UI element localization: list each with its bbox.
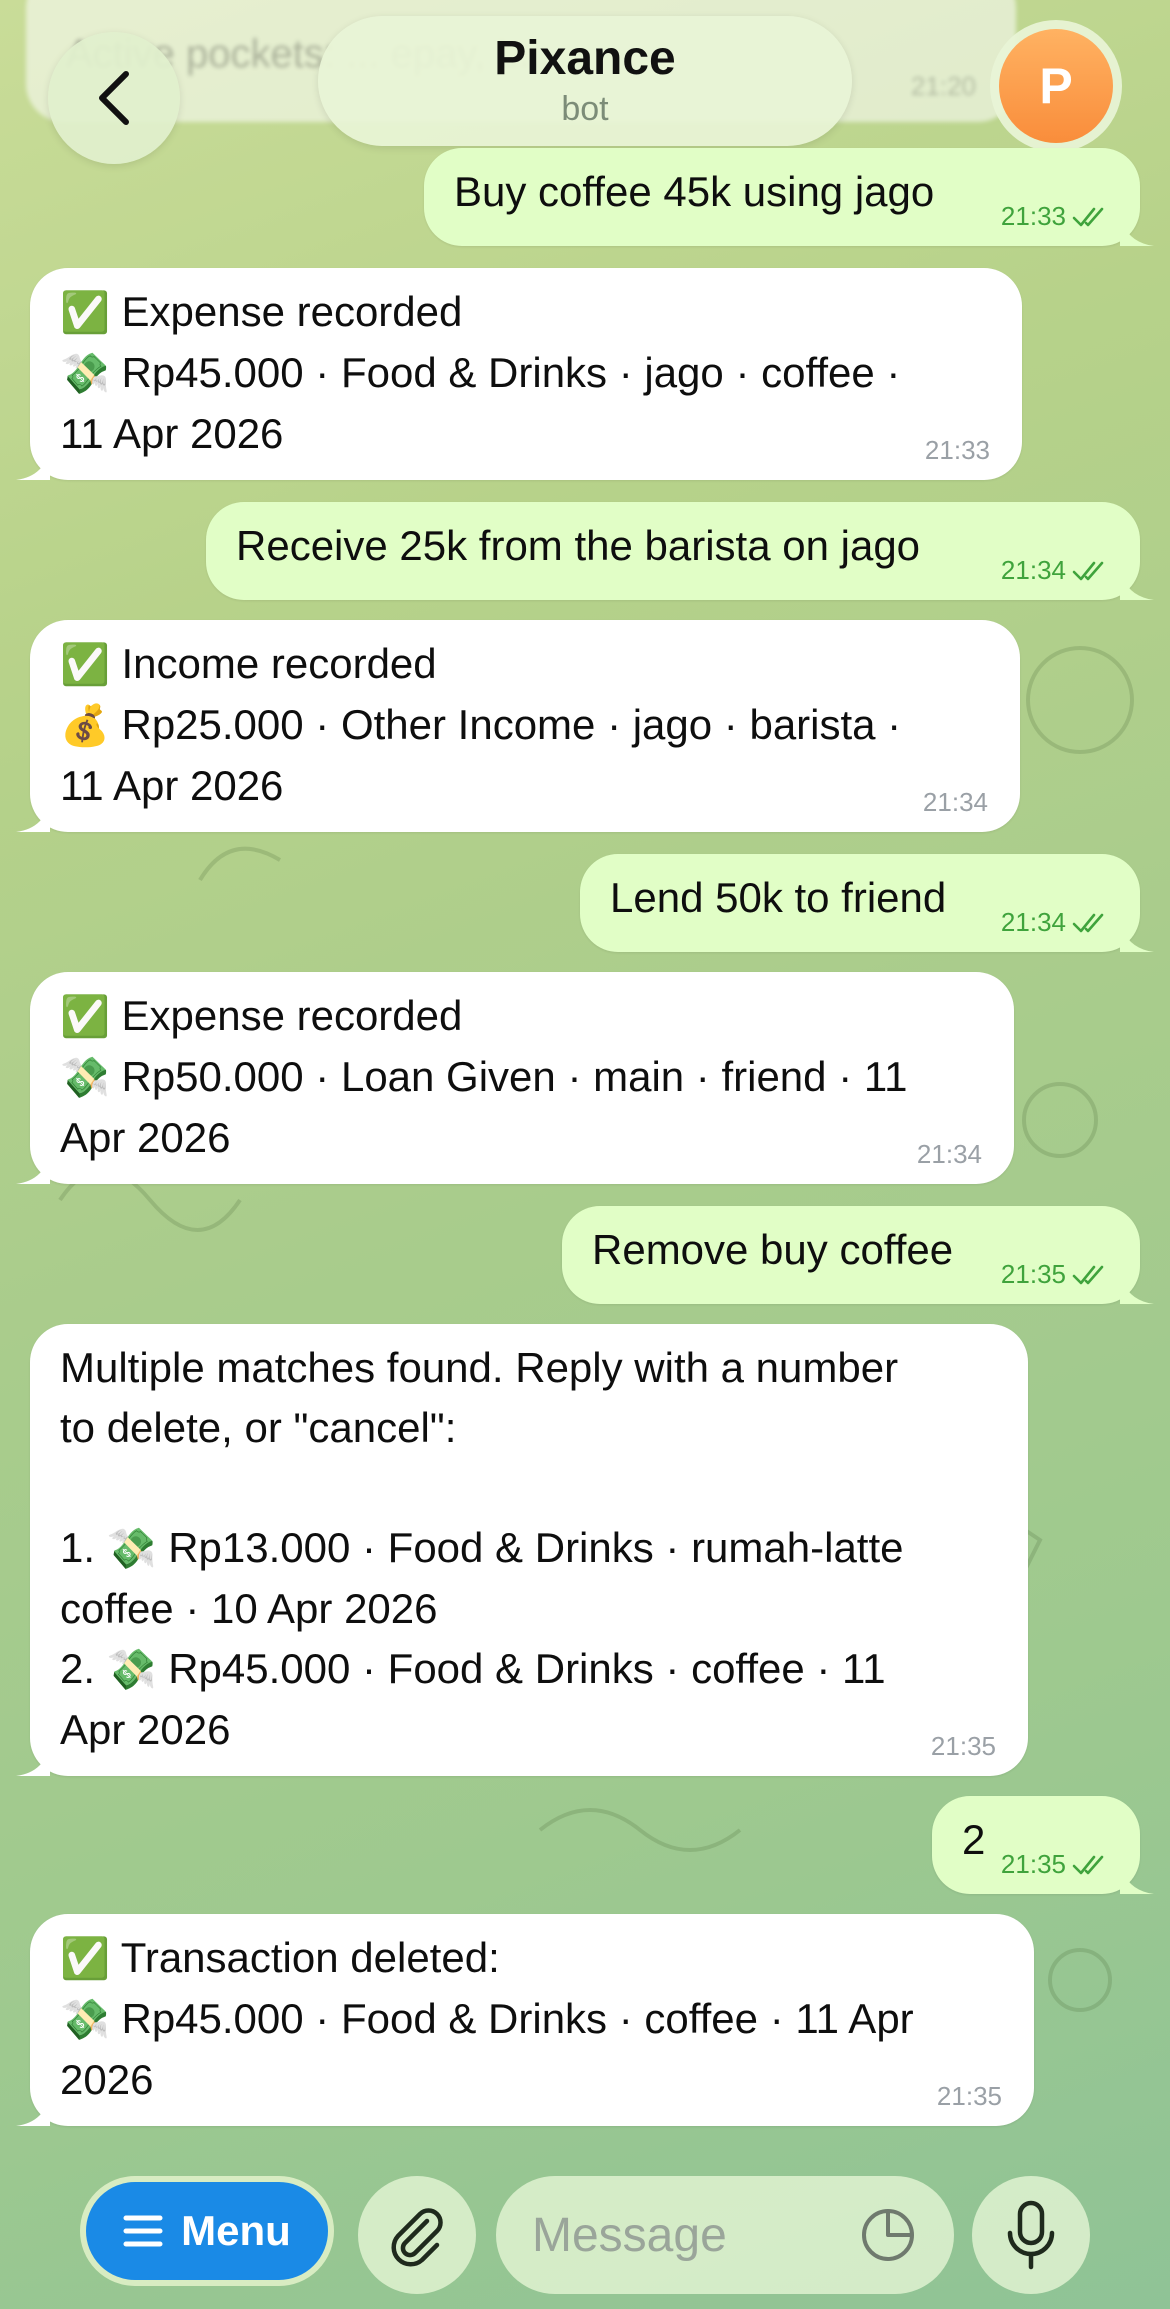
option-text: Rp13.000 · Food & Drinks · rumah-latte c… [60, 1524, 904, 1632]
message-text: ✅ Expense recorded 💸 Rp50.000 · Loan Giv… [60, 986, 984, 1168]
bubble-tail [1120, 1860, 1154, 1894]
hamburger-icon [123, 2215, 163, 2247]
bubble-tail [16, 798, 50, 832]
back-button[interactable] [48, 32, 180, 164]
money-emoji: 💸 [60, 1998, 110, 2042]
outgoing-message[interactable]: Remove buy coffee 21:35 [562, 1206, 1154, 1304]
outgoing-message[interactable]: Receive 25k from the barista on jago 21:… [206, 502, 1154, 600]
menu-label: Menu [181, 2207, 291, 2254]
message-line: Rp25.000 · Other Income · jago · barista… [60, 701, 902, 809]
message-text: ✅ Income recorded 💰 Rp25.000 · Other Inc… [60, 634, 990, 816]
double-check-icon [1072, 1265, 1104, 1284]
sticker-icon[interactable] [858, 2205, 918, 2265]
money-emoji: 💸 [60, 352, 110, 396]
message-intro: Multiple matches found. Reply with a num… [60, 1344, 899, 1451]
incoming-message[interactable]: ✅ Expense recorded 💸 Rp45.000 · Food & D… [16, 268, 1022, 480]
message-line: Expense recorded [121, 992, 463, 1039]
message-line: Rp45.000 · Food & Drinks · jago · coffee… [60, 349, 901, 457]
bubble-tail [1120, 918, 1154, 952]
double-check-icon [1072, 561, 1104, 580]
message-text: Multiple matches found. Reply with a num… [60, 1338, 998, 1760]
message-time: 21:35 [930, 1731, 996, 1761]
money-emoji: 💸 [106, 1648, 157, 1692]
message-time: 21:34 [1000, 555, 1066, 585]
bubble-tail [1120, 212, 1154, 246]
message-time: 21:35 [936, 2081, 1002, 2111]
message-time: 21:33 [1000, 201, 1066, 231]
chat-title[interactable]: Pixance bot [318, 16, 852, 146]
message-placeholder: Message [532, 2208, 727, 2262]
message-time: 21:35 [1000, 1849, 1066, 1879]
paperclip-icon [391, 2208, 443, 2267]
outgoing-message[interactable]: 2 21:35 [932, 1796, 1154, 1894]
bubble-tail [1120, 566, 1154, 600]
message-text: ✅ Transaction deleted: 💸 Rp45.000 · Food… [60, 1928, 1004, 2110]
previous-message-time: 21:20 [910, 71, 976, 101]
outgoing-message[interactable]: Buy coffee 45k using jago 21:33 [424, 148, 1154, 246]
message-text: Receive 25k from the barista on jago [236, 522, 921, 569]
check-emoji: ✅ [60, 995, 110, 1039]
double-check-icon [1072, 913, 1104, 932]
incoming-message[interactable]: ✅ Income recorded 💰 Rp25.000 · Other Inc… [16, 620, 1020, 832]
message-line: Rp45.000 · Food & Drinks · coffee · 11 A… [60, 1995, 914, 2103]
message-input[interactable]: Message [496, 2176, 954, 2294]
check-emoji: ✅ [60, 1937, 110, 1981]
message-line: Rp50.000 · Loan Given · main · friend · … [60, 1053, 908, 1161]
attach-button[interactable] [358, 2176, 476, 2294]
message-meta: 21:34 [1001, 555, 1110, 586]
money-emoji: 💸 [60, 1056, 110, 1100]
message-meta: 21:33 [1001, 201, 1110, 232]
incoming-message[interactable]: Multiple matches found. Reply with a num… [16, 1324, 1028, 1776]
message-meta: 21:35 [1001, 1849, 1110, 1880]
menu-button[interactable]: Menu [80, 2176, 334, 2286]
bubble-tail [16, 446, 50, 480]
double-check-icon [1072, 1855, 1104, 1874]
message-line: Transaction deleted: [120, 1934, 500, 1981]
message-time: 21:34 [922, 787, 988, 817]
chat-name: Pixance [494, 32, 676, 86]
outgoing-message[interactable]: Lend 50k to friend 21:34 [580, 854, 1154, 952]
voice-button[interactable] [972, 2176, 1090, 2294]
money-bag-emoji: 💰 [60, 704, 110, 748]
microphone-icon [1007, 2200, 1055, 2270]
money-emoji: 💸 [106, 1527, 157, 1571]
message-line: Expense recorded [121, 288, 463, 335]
message-line: Income recorded [121, 640, 437, 687]
back-chevron-icon [99, 71, 129, 125]
bubble-tail [16, 2092, 50, 2126]
option-text: Rp45.000 · Food & Drinks · coffee · 11 A… [60, 1645, 886, 1753]
message-time: 21:34 [916, 1139, 982, 1169]
message-text: ✅ Expense recorded 💸 Rp45.000 · Food & D… [60, 282, 992, 464]
avatar-button[interactable]: P [990, 20, 1122, 152]
incoming-message[interactable]: ✅ Expense recorded 💸 Rp50.000 · Loan Giv… [16, 972, 1014, 1184]
double-check-icon [1072, 207, 1104, 226]
bubble-tail [16, 1742, 50, 1776]
message-meta: 21:35 [1001, 1259, 1110, 1290]
avatar: P [999, 29, 1113, 143]
incoming-message[interactable]: ✅ Transaction deleted: 💸 Rp45.000 · Food… [16, 1914, 1034, 2126]
check-emoji: ✅ [60, 643, 110, 687]
option-number: 2. [60, 1645, 96, 1692]
message-meta: 21:34 [1001, 907, 1110, 938]
bubble-tail [1120, 1270, 1154, 1304]
message-time: 21:35 [1000, 1259, 1066, 1289]
bubble-tail [16, 1150, 50, 1184]
message-time: 21:33 [924, 435, 990, 465]
chat-status: bot [561, 89, 609, 128]
option-number: 1. [60, 1524, 96, 1571]
check-emoji: ✅ [60, 291, 110, 335]
message-time: 21:34 [1000, 907, 1066, 937]
